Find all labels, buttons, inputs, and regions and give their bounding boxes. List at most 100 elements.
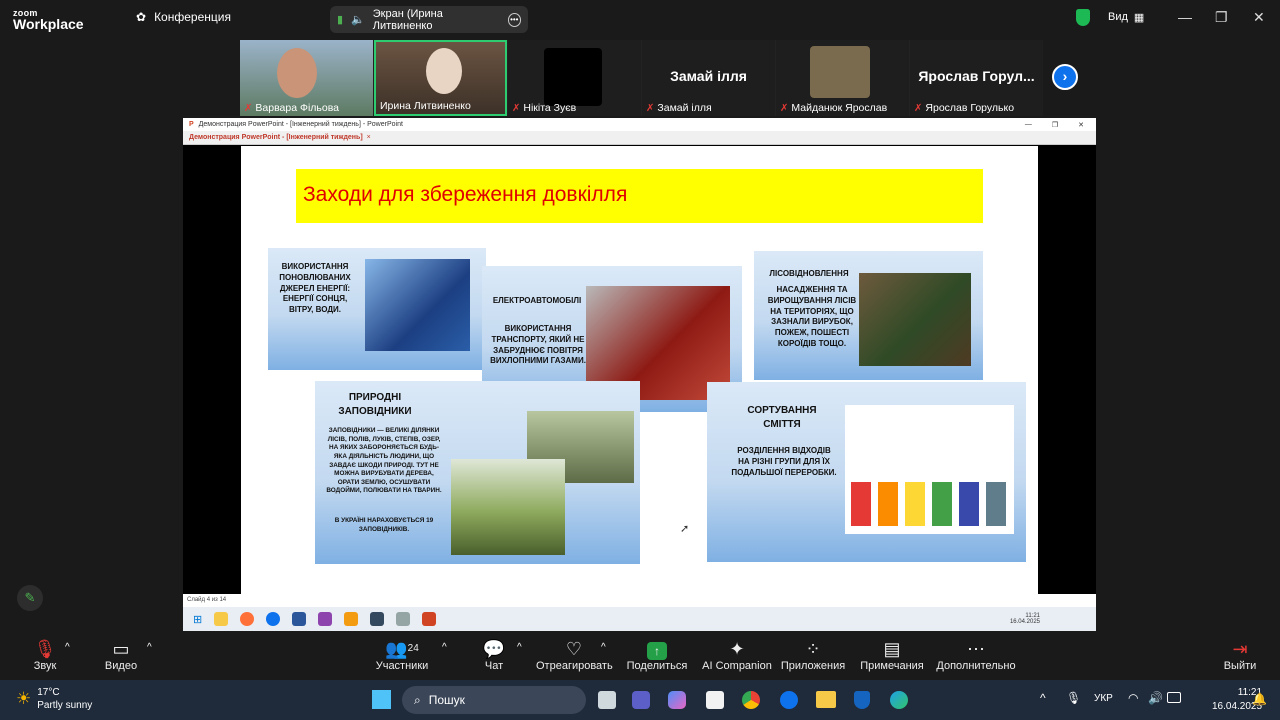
video-camera-icon: ▭ bbox=[112, 639, 130, 659]
wifi-icon[interactable]: ◠ bbox=[1128, 691, 1138, 705]
shared-powerpoint-window: P Демонстрация PowerPoint - [Інженерний … bbox=[183, 118, 1096, 631]
speaker-icon: 🔈 bbox=[351, 14, 365, 26]
input-language[interactable]: УКР bbox=[1094, 693, 1113, 704]
zoom-top-bar: zoom Workplace ✿ Конференция ▮ 🔈 Экран (… bbox=[0, 0, 1280, 38]
card-text: ВИКОРИСТАННЯ ТРАНСПОРТУ, ЯКИЙ НЕ ЗАБРУДН… bbox=[490, 324, 586, 366]
participant-tile-active-speaker[interactable]: Ирина Литвиненко bbox=[374, 40, 507, 116]
card-text: НАСАДЖЕННЯ ТА ВИРОЩУВАННЯ ЛІСІВ НА ТЕРИТ… bbox=[767, 285, 857, 348]
view-label: Вид bbox=[1108, 11, 1128, 23]
screen-share-indicator[interactable]: ▮ 🔈 Экран (Ирина Литвиненко ••• bbox=[330, 6, 528, 33]
store-icon[interactable] bbox=[706, 691, 724, 709]
leave-label: Выйти bbox=[1223, 660, 1257, 672]
more-options-icon[interactable]: ••• bbox=[507, 12, 521, 27]
view-button[interactable]: Вид ▦ bbox=[1108, 11, 1144, 24]
app-icon bbox=[396, 612, 411, 626]
reforestation-image bbox=[859, 273, 971, 366]
mic-muted-icon: ✗ bbox=[914, 102, 923, 114]
slide-title: Заходи для збереження довкілля bbox=[296, 169, 983, 223]
red-bin bbox=[851, 482, 871, 526]
maximize-button[interactable]: ❐ bbox=[1215, 9, 1228, 26]
card-title: ЛІСОВІДНОВЛЕННЯ bbox=[769, 269, 849, 278]
participants-icon: 👥 bbox=[385, 639, 408, 659]
participant-name: Замай ілля bbox=[657, 102, 712, 114]
bison-image bbox=[451, 459, 565, 555]
tray-overflow-icon[interactable]: ^ bbox=[1040, 691, 1046, 705]
ppt-status-bar: Слайд 4 из 14 bbox=[183, 594, 1096, 607]
leave-button[interactable]: ⇥ Выйти bbox=[1222, 638, 1258, 672]
task-view-icon[interactable] bbox=[598, 691, 616, 709]
audio-options-caret[interactable]: ^ bbox=[65, 642, 70, 653]
sparkle-icon: ✦ bbox=[729, 639, 745, 659]
participant-tile[interactable]: ✗ Майданюк Ярослав bbox=[776, 40, 909, 116]
participant-tile[interactable]: ✗ Варвара Фільова bbox=[240, 40, 373, 116]
more-button[interactable]: ⋯ Дополнительно bbox=[936, 638, 1016, 672]
notes-button[interactable]: ▤ Примечания bbox=[860, 638, 924, 672]
gallery-next-button[interactable]: › bbox=[1052, 64, 1078, 90]
card-text: РОЗДІЛЕННЯ ВІДХОДІВ НА РІЗНІ ГРУПИ ДЛЯ Ї… bbox=[731, 446, 837, 477]
close-button[interactable]: ✕ bbox=[1253, 9, 1265, 26]
apps-button[interactable]: ⁘ Приложения bbox=[780, 638, 846, 672]
more-label: Дополнительно bbox=[936, 660, 1016, 672]
card-title: ВИКОРИСТАННЯ ПОНОВЛЮВАНИХ ДЖЕРЕЛ ЕНЕРГІЇ… bbox=[279, 262, 351, 293]
react-options-caret[interactable]: ^ bbox=[601, 642, 606, 653]
chat-button[interactable]: 💬 Чат bbox=[480, 638, 508, 672]
participant-video bbox=[277, 48, 317, 98]
video-options-caret[interactable]: ^ bbox=[147, 642, 152, 653]
battery-icon[interactable] bbox=[1167, 692, 1181, 703]
card-nature-reserves: ПРИРОДНІ ЗАПОВІДНИКИ ЗАПОВІДНИКИ — ВЕЛИК… bbox=[315, 381, 640, 564]
minimize-button[interactable]: — bbox=[1178, 9, 1192, 25]
annotate-pen-button[interactable]: ✎ bbox=[17, 585, 43, 611]
participants-button[interactable]: 👥24 Участники bbox=[374, 638, 430, 672]
ppt-minimize-icon[interactable]: — bbox=[1025, 121, 1032, 129]
ppt-title-bar: P Демонстрация PowerPoint - [Інженерний … bbox=[183, 118, 1096, 131]
zoom-taskbar-icon[interactable] bbox=[780, 691, 798, 709]
ppt-close-icon[interactable]: ✕ bbox=[1078, 121, 1084, 129]
weather-widget[interactable]: ☀ 17°C Partly sunny bbox=[16, 686, 92, 712]
defender-icon[interactable] bbox=[854, 691, 870, 709]
app-icon bbox=[370, 612, 385, 626]
windows-start-button[interactable] bbox=[372, 690, 391, 709]
more-dots-icon: ⋯ bbox=[967, 639, 985, 659]
tab-close-icon[interactable]: × bbox=[367, 134, 371, 141]
audio-label: Звук bbox=[33, 660, 57, 672]
volume-icon[interactable]: 🔊 bbox=[1148, 691, 1163, 705]
participant-tile[interactable]: Замай ілля ✗ Замай ілля bbox=[642, 40, 775, 116]
ppt-tab[interactable]: Демонстрация PowerPoint - [Інженерний ти… bbox=[189, 134, 363, 141]
share-screen-button[interactable]: ↑ Поделиться bbox=[626, 638, 688, 672]
participant-name: Ярослав Горулько bbox=[925, 102, 1015, 114]
ppt-window-title: Демонстрация PowerPoint - [Інженерний ти… bbox=[198, 121, 403, 128]
remote-clock-date: 16.04.2025 bbox=[1009, 619, 1040, 625]
audio-button[interactable]: 🎙 Звук bbox=[28, 638, 62, 672]
slide-counter: Слайд 4 из 14 bbox=[187, 597, 227, 603]
participants-options-caret[interactable]: ^ bbox=[442, 642, 447, 653]
video-label: Видео bbox=[104, 660, 138, 672]
chrome-icon[interactable] bbox=[742, 691, 760, 709]
teams-icon[interactable] bbox=[632, 691, 650, 709]
microphone-tray-icon[interactable]: 🎙 bbox=[1066, 691, 1081, 705]
notes-label: Примечания bbox=[860, 660, 924, 672]
powerpoint-icon bbox=[422, 612, 437, 626]
copilot-icon[interactable] bbox=[668, 691, 686, 709]
chat-options-caret[interactable]: ^ bbox=[517, 642, 522, 653]
file-explorer-icon[interactable] bbox=[816, 691, 836, 708]
edge-icon[interactable] bbox=[890, 691, 908, 709]
mic-muted-icon: ✗ bbox=[646, 102, 655, 114]
card-title: ПРИРОДНІ ЗАПОВІДНИКИ bbox=[335, 391, 415, 418]
ppt-maximize-icon[interactable]: ❐ bbox=[1052, 121, 1058, 129]
weather-temp: 17°C bbox=[37, 687, 60, 698]
participant-tile[interactable]: Ярослав Горул... ✗ Ярослав Горулько bbox=[910, 40, 1043, 116]
card-reforestation: ЛІСОВІДНОВЛЕННЯ НАСАДЖЕННЯ ТА ВИРОЩУВАНН… bbox=[754, 251, 983, 380]
ai-companion-button[interactable]: ✦ AI Companion bbox=[702, 638, 772, 672]
taskbar-search[interactable]: ⌕ Пошук bbox=[402, 686, 586, 714]
security-shield-icon[interactable] bbox=[1076, 9, 1090, 26]
conference-icon: ✿ bbox=[136, 10, 147, 24]
conference-info-button[interactable]: ✿ Конференция bbox=[136, 10, 231, 24]
notification-bell-icon[interactable]: 🔔 bbox=[1252, 692, 1267, 706]
notes-icon: ▤ bbox=[883, 639, 901, 659]
participant-tile[interactable]: ✗ Нікіта Зуєв bbox=[508, 40, 641, 116]
orange-bin bbox=[878, 482, 898, 526]
video-button[interactable]: ▭ Видео bbox=[101, 638, 141, 672]
mic-muted-icon: ✗ bbox=[512, 102, 521, 114]
solar-panel-image bbox=[365, 259, 470, 351]
mic-muted-icon: ✗ bbox=[244, 102, 253, 114]
